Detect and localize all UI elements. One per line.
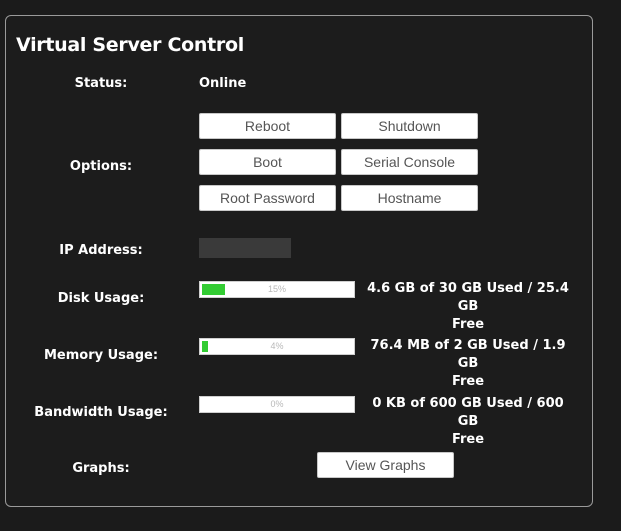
memory-usage-progress-bar: 4% bbox=[199, 338, 355, 355]
bandwidth-usage-line1: 0 KB of 600 GB Used / 600 GB bbox=[372, 396, 564, 429]
ip-address-value-redacted bbox=[199, 238, 291, 258]
bandwidth-usage-progress-bar: 0% bbox=[199, 396, 355, 413]
virtual-server-panel: Virtual Server Control Status: Online Op… bbox=[5, 15, 593, 507]
boot-button[interactable]: Boot bbox=[199, 149, 336, 175]
shutdown-button[interactable]: Shutdown bbox=[341, 113, 478, 139]
memory-usage-line2: Free bbox=[451, 374, 485, 389]
bandwidth-usage-text: 0 KB of 600 GB Used / 600 GB Free bbox=[363, 395, 573, 449]
status-value: Online bbox=[199, 76, 247, 91]
memory-usage-text: 76.4 MB of 2 GB Used / 1.9 GB Free bbox=[363, 337, 573, 391]
page: Virtual Server Control Status: Online Op… bbox=[0, 0, 621, 531]
disk-usage-text: 4.6 GB of 30 GB Used / 25.4 GB Free bbox=[363, 280, 573, 334]
disk-usage-label: Disk Usage: bbox=[57, 291, 145, 306]
serial-console-button[interactable]: Serial Console bbox=[341, 149, 478, 175]
hostname-button[interactable]: Hostname bbox=[341, 185, 478, 211]
page-title: Virtual Server Control bbox=[16, 34, 244, 56]
status-label: Status: bbox=[74, 76, 128, 91]
graphs-label: Graphs: bbox=[72, 461, 130, 476]
root-password-button[interactable]: Root Password bbox=[199, 185, 336, 211]
reboot-button[interactable]: Reboot bbox=[199, 113, 336, 139]
options-label: Options: bbox=[69, 159, 133, 174]
disk-usage-line1: 4.6 GB of 30 GB Used / 25.4 GB bbox=[367, 281, 569, 314]
disk-usage-progress-bar: 15% bbox=[199, 281, 355, 298]
memory-usage-label: Memory Usage: bbox=[43, 348, 159, 363]
ip-address-label: IP Address: bbox=[59, 243, 143, 258]
bandwidth-usage-label: Bandwidth Usage: bbox=[34, 405, 168, 420]
disk-usage-percent: 15% bbox=[267, 284, 286, 294]
disk-usage-line2: Free bbox=[451, 317, 485, 332]
memory-usage-line1: 76.4 MB of 2 GB Used / 1.9 GB bbox=[370, 338, 566, 371]
bandwidth-usage-line2: Free bbox=[451, 432, 485, 447]
bandwidth-usage-percent: 0% bbox=[270, 399, 284, 409]
memory-usage-percent: 4% bbox=[270, 341, 284, 351]
view-graphs-button[interactable]: View Graphs bbox=[317, 452, 454, 478]
